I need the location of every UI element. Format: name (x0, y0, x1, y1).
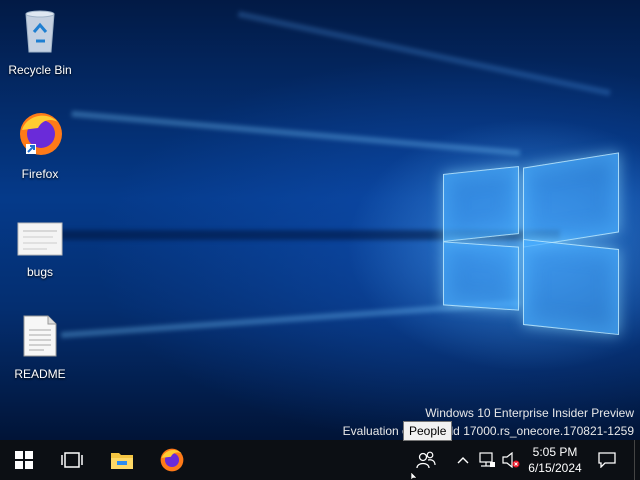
text-document-icon (23, 315, 57, 357)
network-button[interactable] (476, 440, 498, 480)
wallpaper-logo-pane (523, 152, 619, 248)
desktop-icon-bugs[interactable]: bugs (4, 222, 76, 279)
task-view-icon (61, 452, 83, 468)
desktop-icon-readme[interactable]: README (4, 314, 76, 381)
taskbar-file-explorer[interactable] (98, 440, 146, 480)
clock-time: 5:05 PM (532, 445, 578, 459)
start-button[interactable] (0, 440, 48, 480)
icon-label: README (14, 367, 66, 381)
task-view-button[interactable] (48, 440, 96, 480)
clock-date: 6/15/2024 (528, 461, 582, 475)
light-beam (71, 110, 521, 156)
icon-label: Firefox (21, 167, 59, 181)
firefox-icon (20, 113, 62, 155)
desktop-icon-recycle-bin[interactable]: Recycle Bin (4, 8, 76, 77)
chevron-up-icon (457, 457, 469, 464)
action-center-button[interactable] (592, 440, 622, 480)
mouse-cursor-icon (411, 472, 418, 480)
desktop[interactable]: Recycle Bin Firefox bugs README Windows … (0, 0, 640, 440)
people-icon (416, 451, 436, 469)
wallpaper-logo-pane (443, 241, 519, 311)
wallpaper-logo-pane (443, 166, 519, 242)
icon-label: Recycle Bin (8, 63, 72, 77)
recycle-bin-icon (25, 10, 55, 53)
show-desktop-button[interactable] (634, 440, 640, 480)
notification-icon (598, 452, 616, 468)
windows-start-icon (15, 451, 33, 469)
wallpaper-logo-pane (523, 238, 619, 336)
desktop-icon-firefox[interactable]: Firefox (4, 110, 76, 181)
light-beam (237, 11, 611, 96)
icon-label: bugs (26, 265, 54, 279)
people-tooltip: People (403, 421, 453, 441)
image-file-icon (17, 222, 63, 256)
volume-button[interactable] (500, 440, 522, 480)
build-watermark-line2: Evaluation copy. Build 17000.rs_onecore.… (342, 424, 634, 438)
network-icon (479, 452, 495, 467)
taskbar: 5:05 PM 6/15/2024 (0, 440, 640, 480)
show-hidden-icons-button[interactable] (452, 440, 474, 480)
build-watermark-line1: Windows 10 Enterprise Insider Preview (425, 406, 634, 420)
system-clock[interactable]: 5:05 PM 6/15/2024 (524, 440, 586, 480)
volume-muted-icon (502, 452, 520, 468)
taskbar-firefox[interactable] (148, 440, 196, 480)
file-explorer-icon (111, 453, 133, 469)
firefox-icon (160, 448, 184, 472)
